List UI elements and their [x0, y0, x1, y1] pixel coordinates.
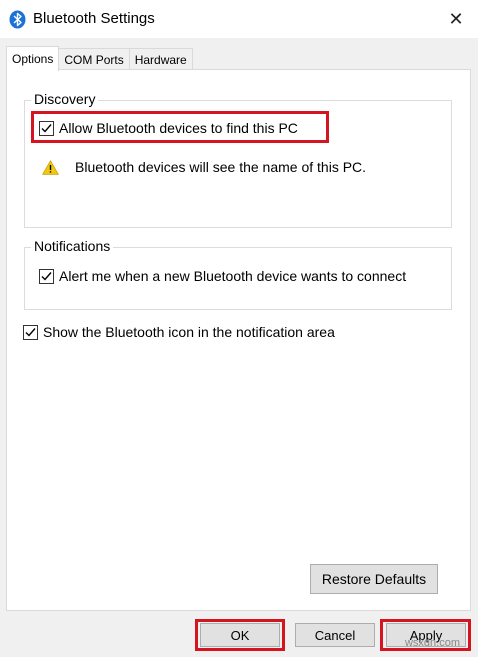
alert-new-device-label: Alert me when a new Bluetooth device wan… — [59, 268, 407, 284]
alert-new-device-checkbox[interactable] — [39, 268, 54, 284]
close-icon: ✕ — [448, 8, 464, 29]
notifications-group: Notifications Alert me when a new Blueto… — [24, 238, 452, 310]
tab-options[interactable]: Options — [6, 46, 60, 71]
checkmark-icon — [25, 327, 36, 337]
tab-hardware[interactable]: Hardware — [128, 48, 193, 70]
options-panel: Discovery Allow Bluetooth devices to fin… — [6, 69, 471, 611]
title-bar[interactable]: Bluetooth Settings ✕ — [0, 0, 478, 38]
cancel-button[interactable]: Cancel — [295, 623, 375, 647]
warning-icon — [42, 159, 59, 175]
tab-strip: Options COM Ports Hardware — [6, 46, 193, 71]
show-icon-label: Show the Bluetooth icon in the notificat… — [43, 324, 335, 340]
notifications-group-label: Notifications — [31, 238, 114, 254]
discovery-warning: Bluetooth devices will see the name of t… — [42, 159, 366, 175]
window-title: Bluetooth Settings — [33, 10, 155, 27]
watermark-text: wsxdn.com — [404, 637, 460, 649]
tab-com-ports[interactable]: COM Ports — [58, 48, 130, 70]
show-icon-row[interactable]: Show the Bluetooth icon in the notificat… — [23, 324, 335, 340]
bluetooth-settings-window: Bluetooth Settings ✕ Options COM Ports H… — [0, 0, 478, 657]
allow-discovery-highlight — [31, 111, 329, 143]
bluetooth-icon — [9, 10, 26, 29]
show-icon-checkbox[interactable] — [23, 324, 38, 340]
discovery-group-label: Discovery — [31, 91, 99, 107]
checkmark-icon — [41, 271, 52, 281]
close-button[interactable]: ✕ — [442, 6, 470, 32]
ok-highlight — [195, 619, 285, 651]
restore-defaults-button[interactable]: Restore Defaults — [310, 564, 438, 594]
discovery-warning-text: Bluetooth devices will see the name of t… — [75, 159, 367, 175]
alert-new-device-row[interactable]: Alert me when a new Bluetooth device wan… — [39, 268, 406, 284]
